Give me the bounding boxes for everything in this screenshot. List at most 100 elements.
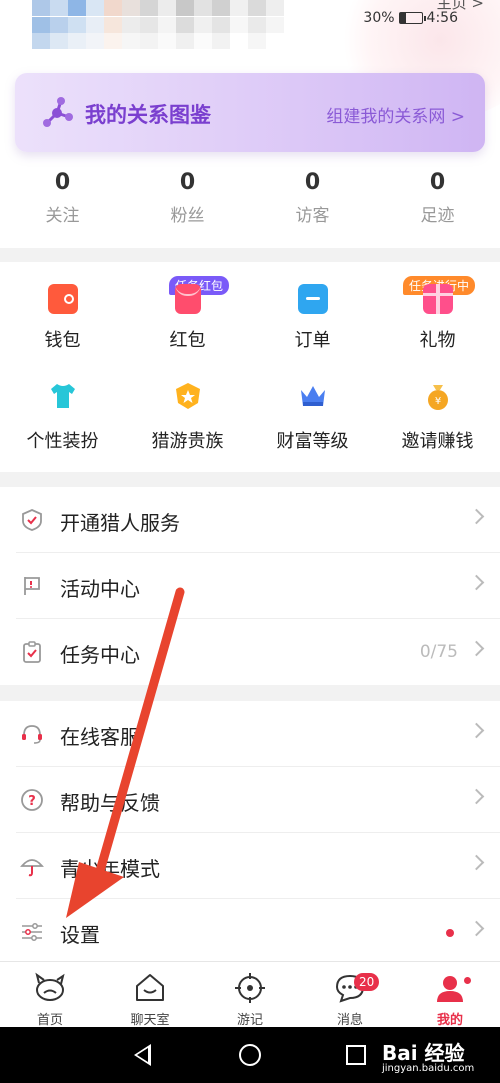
menu-item-activity-center[interactable]: 活动中心 — [16, 553, 500, 619]
network-icon — [43, 97, 73, 127]
task-progress-value: 0/75 — [419, 642, 458, 662]
money-bag-icon: ¥ — [427, 385, 448, 410]
baidu-watermark: Bai 经验 jingyan.baidu.com — [382, 1037, 474, 1074]
clock: 4:56 — [426, 10, 458, 26]
tab-label: 我的 — [436, 1013, 463, 1028]
question-icon: ? — [21, 789, 43, 811]
status-bar: 30% 4:56 — [363, 10, 458, 26]
chevron-right-icon — [468, 640, 485, 657]
tab-chatroom[interactable]: 聊天室 — [100, 962, 200, 1028]
menu-label: 设置 — [60, 923, 100, 947]
home-icon[interactable] — [239, 1044, 261, 1066]
crown-icon — [300, 386, 325, 406]
tab-messages[interactable]: 20 消息 — [300, 962, 400, 1028]
new-indicator-dot — [446, 929, 454, 937]
menu-label: 青少年模式 — [60, 857, 160, 881]
stat-label: 访客 — [295, 206, 330, 226]
stat-footprints[interactable]: 0 足迹 — [375, 170, 500, 226]
grid-item-red-envelope[interactable]: 任务红包 红包 — [125, 276, 250, 381]
tab-label: 消息 — [336, 1013, 363, 1028]
grid-label: 猎游贵族 — [151, 431, 224, 452]
chat-house-icon — [136, 974, 164, 1001]
stat-followers[interactable]: 0 粉丝 — [125, 170, 250, 226]
recent-apps-icon[interactable] — [346, 1045, 366, 1065]
profile-stats: 0 关注 0 粉丝 0 访客 0 足迹 — [0, 170, 500, 226]
grid-item-gift[interactable]: 任务进行中 礼物 — [375, 276, 500, 381]
tab-label: 首页 — [36, 1013, 63, 1028]
home-creature-icon — [35, 972, 65, 1001]
chevron-right-icon — [468, 722, 485, 739]
relation-map-banner[interactable]: 我的关系图鉴 组建我的关系网 > — [15, 73, 485, 152]
stat-value: 0 — [54, 170, 71, 195]
grid-item-wallet[interactable]: 钱包 — [0, 284, 125, 381]
menu-label: 任务中心 — [60, 643, 140, 667]
grid-label: 订单 — [294, 330, 331, 351]
bottom-tab-bar: 首页 聊天室 游记 20 消息 我的 — [0, 961, 500, 1028]
stat-label: 足迹 — [420, 206, 455, 226]
red-envelope-icon — [174, 284, 201, 314]
chevron-right-icon — [468, 508, 485, 525]
battery-percent: 30% — [363, 10, 395, 26]
settings-icon — [22, 923, 42, 941]
notification-dot — [462, 975, 473, 986]
grid-label: 个性装扮 — [26, 431, 99, 452]
stat-value: 0 — [429, 170, 446, 195]
tab-profile[interactable]: 我的 — [400, 962, 500, 1028]
stat-value: 0 — [179, 170, 196, 195]
system-navigation-bar: Bai 经验 jingyan.baidu.com — [0, 1027, 500, 1083]
menu-label: 在线客服 — [60, 725, 140, 749]
relation-banner-title: 我的关系图鉴 — [85, 103, 211, 127]
menu-item-online-support[interactable]: 在线客服 — [16, 701, 500, 767]
grid-label: 红包 — [169, 330, 206, 351]
svg-text:¥: ¥ — [434, 396, 440, 407]
grid-item-invite-earn[interactable]: ¥ 邀请赚钱 — [375, 381, 500, 478]
menu-item-teen-mode[interactable]: 青少年模式 — [16, 833, 500, 899]
chevron-right-icon — [468, 920, 485, 937]
grid-label: 邀请赚钱 — [401, 431, 474, 452]
profile-icon — [437, 976, 463, 1002]
grid-item-wealth-level[interactable]: 财富等级 — [250, 381, 375, 478]
grid-label: 钱包 — [44, 330, 81, 351]
chevron-right-icon — [468, 574, 485, 591]
feature-grid-card: 钱包 任务红包 红包 订单 任务进行中 礼物 — [0, 262, 500, 472]
flag-icon — [24, 577, 40, 595]
menu-item-help-feedback[interactable]: ? 帮助与反馈 — [16, 767, 500, 833]
badge-icon — [175, 383, 200, 409]
stat-visitors[interactable]: 0 访客 — [250, 170, 375, 226]
shield-check-icon — [22, 509, 42, 531]
chevron-right-icon — [468, 788, 485, 805]
tab-label: 游记 — [236, 1013, 263, 1028]
menu-group-support: 在线客服 ? 帮助与反馈 青少年模式 设置 — [0, 701, 500, 965]
menu-item-settings[interactable]: 设置 — [16, 899, 500, 965]
stat-label: 关注 — [45, 206, 80, 226]
clipboard-icon — [23, 641, 41, 663]
blurred-profile-info[interactable] — [32, 0, 284, 50]
tab-label: 聊天室 — [130, 1013, 170, 1028]
profile-header: 主页 > 30% 4:56 我的关系图鉴 组建我的关系网 > 0 关注 0 粉丝… — [0, 0, 500, 248]
grid-item-order[interactable]: 订单 — [250, 284, 375, 381]
tab-home[interactable]: 首页 — [0, 962, 100, 1028]
grid-item-dress-up[interactable]: 个性装扮 — [0, 381, 125, 478]
menu-group-services: 开通猎人服务 活动中心 任务中心 0/75 — [0, 487, 500, 685]
umbrella-icon — [20, 859, 44, 877]
stat-label: 粉丝 — [170, 206, 205, 226]
tab-travel[interactable]: 游记 — [200, 962, 300, 1028]
stat-following[interactable]: 0 关注 — [0, 170, 125, 226]
menu-item-task-center[interactable]: 任务中心 0/75 — [16, 619, 500, 685]
feature-grid: 钱包 任务红包 红包 订单 任务进行中 礼物 — [0, 262, 500, 478]
unread-badge: 20 — [354, 973, 380, 991]
menu-label: 帮助与反馈 — [60, 791, 160, 815]
chevron-right-icon — [468, 854, 485, 871]
watermark-sub: jingyan.baidu.com — [382, 1063, 475, 1074]
target-icon — [235, 973, 265, 1003]
order-icon — [297, 284, 328, 314]
menu-label: 开通猎人服务 — [60, 511, 180, 535]
grid-item-nobility[interactable]: 猎游贵族 — [125, 381, 250, 478]
svg-text:?: ? — [28, 794, 36, 809]
build-relation-link[interactable]: 组建我的关系网 > — [326, 102, 465, 127]
menu-item-hunter-service[interactable]: 开通猎人服务 — [16, 487, 500, 553]
battery-icon — [398, 12, 426, 24]
headset-icon — [22, 725, 42, 744]
watermark-main: Bai 经验 — [382, 1041, 465, 1065]
back-icon[interactable] — [134, 1044, 151, 1066]
